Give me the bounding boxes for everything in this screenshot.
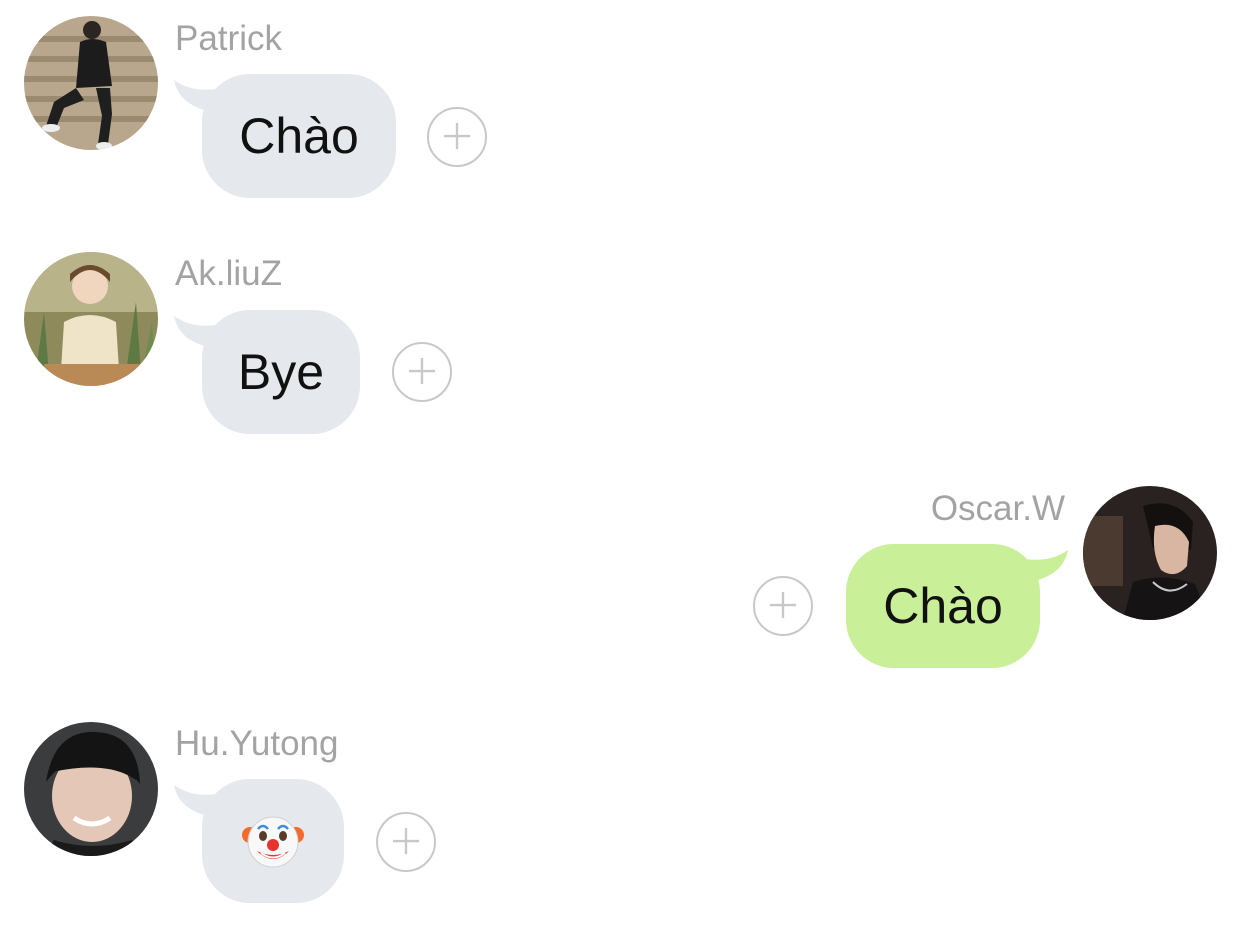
message-bubble[interactable]: Chào: [846, 544, 1040, 668]
message-bubble[interactable]: Chào: [202, 74, 396, 198]
sender-name: Oscar.W: [930, 489, 1065, 528]
add-reaction-button[interactable]: [427, 107, 487, 167]
sender-avatar[interactable]: [24, 16, 158, 150]
plus-circle-icon: [769, 592, 797, 619]
message-text: Chào: [239, 108, 359, 164]
sender-name: Patrick: [175, 19, 282, 58]
add-reaction-button[interactable]: [392, 342, 452, 402]
sender-avatar[interactable]: [24, 252, 158, 386]
plus-circle-icon: [443, 123, 471, 150]
avatar-photo-icon: [24, 722, 158, 856]
avatar-photo-icon: [24, 16, 158, 150]
plus-circle-icon: [408, 358, 436, 385]
sender-name: Hu.Yutong: [175, 724, 339, 763]
clown-face-emoji-icon: [242, 816, 304, 868]
avatar-photo-icon: [1083, 486, 1217, 620]
message-bubble[interactable]: Bye: [202, 310, 360, 434]
add-reaction-button[interactable]: [376, 812, 436, 872]
sender-avatar[interactable]: [1083, 486, 1217, 620]
message-text: Bye: [237, 344, 325, 400]
message-text: Chào: [883, 578, 1003, 634]
avatar-photo-icon: [24, 252, 158, 386]
sender-name: Ak.liuZ: [175, 254, 282, 293]
sender-avatar[interactable]: [24, 722, 158, 856]
message-bubble[interactable]: 🤡: [202, 779, 344, 903]
add-reaction-button[interactable]: [753, 576, 813, 636]
plus-circle-icon: [392, 828, 420, 855]
